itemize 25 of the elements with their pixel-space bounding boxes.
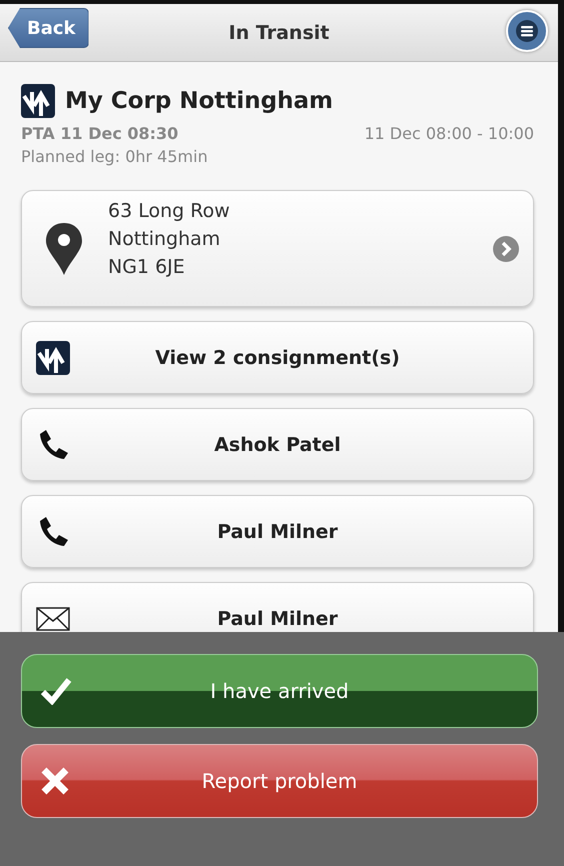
planned-leg: Planned leg: 0hr 45min — [21, 147, 209, 166]
consignments-button[interactable]: View 2 consignment(s) — [21, 321, 534, 394]
address-line: Nottingham — [108, 226, 222, 252]
menu-icon — [516, 20, 538, 42]
arrived-button[interactable]: I have arrived — [21, 654, 538, 728]
address-line: NG1 6JE — [108, 254, 186, 280]
back-button[interactable]: Back — [8, 8, 89, 48]
arrows-logo-icon — [36, 340, 70, 374]
address-line: 63 Long Row — [108, 198, 231, 224]
planned-arrival: PTA 11 Dec 08:30 — [21, 124, 178, 143]
close-icon — [40, 766, 70, 796]
stop-name: My Corp Nottingham — [65, 88, 334, 114]
time-window: 11 Dec 08:00 - 10:00 — [364, 124, 534, 143]
location-pin-icon — [44, 220, 84, 276]
address-button[interactable]: 63 Long Row Nottingham NG1 6JE — [21, 190, 534, 307]
call-button[interactable]: Paul Milner — [21, 495, 534, 568]
email-button[interactable]: Paul Milner — [21, 582, 534, 632]
report-problem-button[interactable]: Report problem — [21, 744, 538, 818]
checkmark-icon — [40, 677, 72, 705]
envelope-icon — [36, 606, 70, 630]
chevron-right-icon — [493, 236, 519, 262]
menu-button[interactable] — [506, 10, 548, 52]
call-button[interactable]: Ashok Patel — [21, 408, 534, 481]
arrows-logo-icon — [21, 84, 55, 118]
page-title: In Transit — [228, 22, 330, 44]
